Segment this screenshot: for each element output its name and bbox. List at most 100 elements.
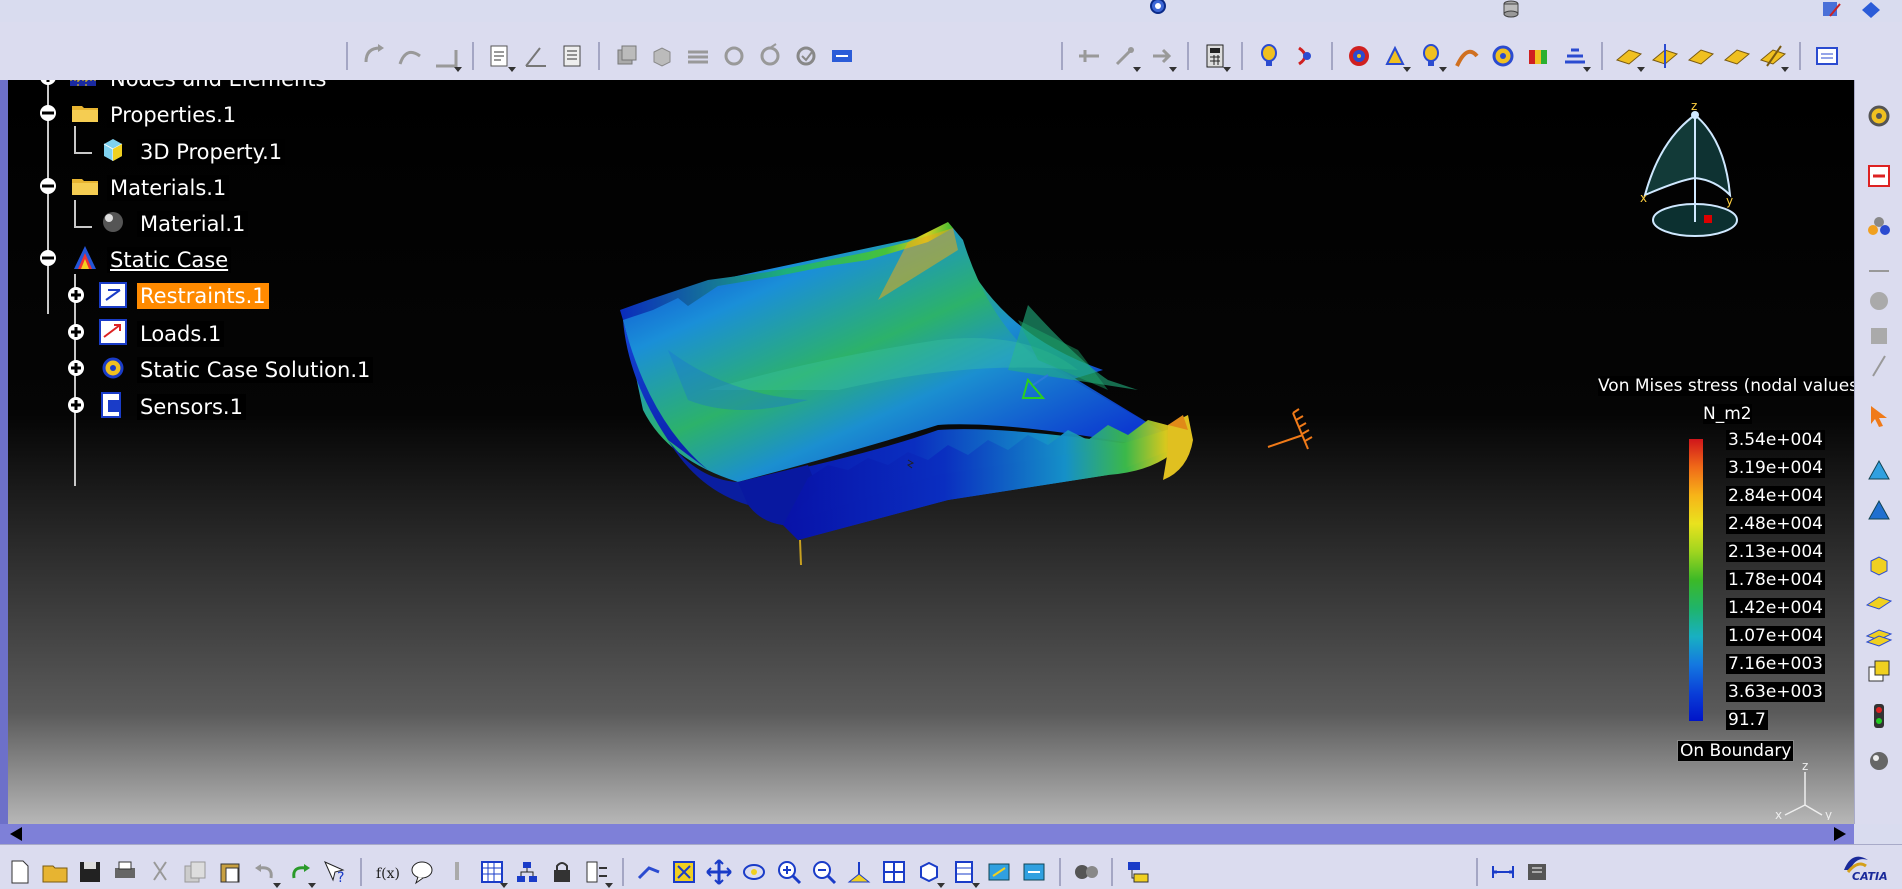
rotate-icon[interactable]: [358, 40, 390, 72]
calculator-icon[interactable]: [1199, 40, 1231, 72]
document-icon[interactable]: [556, 40, 588, 72]
collapse-icon[interactable]: [38, 103, 58, 123]
iso-view-icon[interactable]: [913, 856, 945, 888]
measure-item-icon[interactable]: [1522, 856, 1554, 888]
bulb-icon[interactable]: [1415, 40, 1447, 72]
tree-item-properties[interactable]: Properties.1: [107, 102, 240, 128]
refresh-link-icon[interactable]: [754, 40, 786, 72]
refresh-part-icon[interactable]: [718, 40, 750, 72]
paste-icon[interactable]: [214, 856, 246, 888]
fly-mode-icon[interactable]: [1145, 0, 1171, 18]
slash-icon[interactable]: [1863, 350, 1895, 382]
plates-icon[interactable]: [682, 40, 714, 72]
traffic-light-icon[interactable]: [1863, 700, 1895, 732]
cut-icon[interactable]: [144, 856, 176, 888]
catalog-icon[interactable]: [1122, 856, 1154, 888]
pin-icon[interactable]: [1109, 40, 1141, 72]
tree-item-3d-property[interactable]: 3D Property.1: [137, 139, 286, 165]
expand-icon[interactable]: [66, 358, 86, 378]
open-folder-icon[interactable]: [39, 856, 71, 888]
plane-section-icon[interactable]: [1757, 40, 1789, 72]
sensor-add-icon[interactable]: [1863, 285, 1895, 317]
product-icon[interactable]: [1820, 0, 1846, 20]
key-icon[interactable]: [441, 856, 473, 888]
scroll-left-arrow[interactable]: [10, 827, 22, 841]
pcs-icon[interactable]: [1863, 160, 1895, 192]
compass-icon[interactable]: x y z: [1620, 100, 1770, 250]
tree-item-nodes-and-elements[interactable]: Nodes and Elements: [107, 80, 330, 92]
3d-viewport[interactable]: Nodes and Elements Properties.1 3D Prope…: [8, 80, 1854, 824]
redo-icon[interactable]: [284, 856, 316, 888]
tree-item-static-case-solution[interactable]: Static Case Solution.1: [137, 357, 374, 383]
copy-doc-icon[interactable]: [179, 856, 211, 888]
gear-icon[interactable]: [1487, 40, 1519, 72]
iso-value-icon[interactable]: [1559, 40, 1591, 72]
tetra-mesh-icon[interactable]: [1863, 495, 1895, 527]
force-icon[interactable]: [1145, 40, 1177, 72]
image-deformed-icon[interactable]: [1253, 40, 1285, 72]
scroll-right-arrow[interactable]: [1834, 827, 1846, 841]
plane-icon[interactable]: [1613, 40, 1645, 72]
parameters-icon[interactable]: [581, 856, 613, 888]
swap-view-icon[interactable]: [1018, 856, 1050, 888]
tree-item-loads[interactable]: Loads.1: [137, 321, 225, 347]
multi-view-icon[interactable]: [878, 856, 910, 888]
apply-material-icon[interactable]: [1070, 856, 1102, 888]
table-icon[interactable]: [476, 856, 508, 888]
copy-icon[interactable]: [1863, 655, 1895, 687]
pad-icon[interactable]: [610, 40, 642, 72]
rotate-view-icon[interactable]: [738, 856, 770, 888]
print-icon[interactable]: [109, 856, 141, 888]
formula-icon[interactable]: f(x): [371, 856, 403, 888]
render-style-icon[interactable]: [948, 856, 980, 888]
box-icon[interactable]: [646, 40, 678, 72]
expand-icon[interactable]: [66, 322, 86, 342]
normal-view-icon[interactable]: [843, 856, 875, 888]
tree-item-materials[interactable]: Materials.1: [107, 175, 230, 201]
select-cursor-icon[interactable]: [1863, 400, 1895, 432]
plane-snap-icon[interactable]: [1721, 40, 1753, 72]
layer-icon[interactable]: [1863, 620, 1895, 652]
group-icon[interactable]: [1863, 210, 1895, 242]
expand-icon[interactable]: [66, 285, 86, 305]
update-icon[interactable]: [790, 40, 822, 72]
save-icon[interactable]: [74, 856, 106, 888]
plane-offset-icon[interactable]: [1685, 40, 1717, 72]
corner-icon[interactable]: [430, 40, 462, 72]
fly-icon[interactable]: [633, 856, 665, 888]
compute-icon[interactable]: [826, 40, 858, 72]
tree-item-material[interactable]: Material.1: [137, 211, 249, 237]
shape-icon[interactable]: [1863, 320, 1895, 352]
measure-between-icon[interactable]: [1487, 856, 1519, 888]
clamp-icon[interactable]: [1073, 40, 1105, 72]
help-icon[interactable]: ?: [319, 856, 351, 888]
collapse-icon[interactable]: [38, 248, 58, 268]
tree-item-sensors[interactable]: Sensors.1: [137, 394, 246, 420]
angle-icon[interactable]: [520, 40, 552, 72]
database-icon[interactable]: [1500, 0, 1522, 20]
sphere-icon[interactable]: [1863, 745, 1895, 777]
hide-show-icon[interactable]: [983, 856, 1015, 888]
hierarchy-icon[interactable]: [511, 856, 543, 888]
settings-icon[interactable]: [1863, 100, 1895, 132]
curve-icon[interactable]: [394, 40, 426, 72]
pan-icon[interactable]: [703, 856, 735, 888]
product-link-icon[interactable]: [1858, 0, 1884, 20]
distribution-icon[interactable]: [1451, 40, 1483, 72]
animate-icon[interactable]: [1289, 40, 1321, 72]
tree-item-restraints[interactable]: Restraints.1: [137, 283, 269, 309]
zoom-out-icon[interactable]: [808, 856, 840, 888]
lock-icon[interactable]: [546, 856, 578, 888]
tree-item-static-case[interactable]: Static Case: [107, 247, 232, 273]
tetra-icon[interactable]: [1863, 455, 1895, 487]
sketch-icon[interactable]: [484, 40, 516, 72]
fit-all-icon[interactable]: [668, 856, 700, 888]
target-icon[interactable]: [1343, 40, 1375, 72]
expand-icon[interactable]: [66, 395, 86, 415]
plane-cut-icon[interactable]: [1649, 40, 1681, 72]
collapse-icon[interactable]: [38, 176, 58, 196]
solid-icon[interactable]: [1863, 550, 1895, 582]
report-icon[interactable]: [1811, 40, 1843, 72]
stress-icon[interactable]: [1379, 40, 1411, 72]
expand-icon[interactable]: [38, 80, 58, 87]
